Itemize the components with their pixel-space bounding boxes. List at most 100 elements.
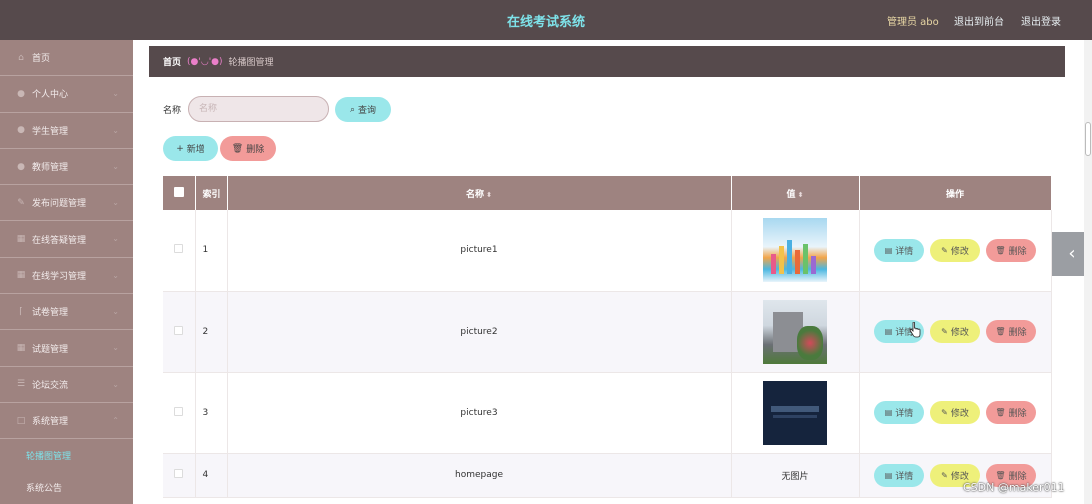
chevron-left-icon: ‹ (1068, 243, 1076, 264)
sidebar-item-learning[interactable]: ▦ 在线学习管理 ⌄ (0, 258, 133, 295)
detail-button[interactable]: ▤ 详情 (874, 401, 924, 424)
hand-cursor-icon (909, 322, 921, 338)
sidebar-subitem-announcements[interactable]: 系统公告 (0, 471, 133, 503)
edit-button[interactable]: ✎ 修改 (930, 401, 980, 424)
select-all-checkbox[interactable] (173, 186, 184, 197)
chevron-down-icon: ⌄ (112, 125, 119, 135)
sidebar-item-label: 试题管理 (32, 344, 69, 355)
select-all-cell (163, 176, 196, 210)
search-label: 名称 (163, 106, 182, 116)
delete-button-label: 删除 (1008, 409, 1027, 419)
edit-button-label: 修改 (950, 471, 969, 482)
detail-button-label: 详情 (895, 409, 914, 419)
row-checkbox[interactable] (174, 469, 184, 478)
doc-icon: ▤ (884, 245, 893, 255)
bracket-icon: ⌈ (19, 306, 23, 317)
sidebar-item-home[interactable]: ⌂ 首页 (0, 40, 133, 77)
watermark: CSDN @maker011 (963, 481, 1065, 494)
sidebar-subitem-carousel[interactable]: 轮播图管理 (0, 439, 133, 471)
detail-button[interactable]: ▤ 详情 (874, 238, 924, 262)
grid-icon: ▦ (16, 234, 26, 245)
sidebar-item-label: 论坛交流 (32, 380, 69, 391)
chevron-down-icon: ⌄ (112, 343, 119, 353)
doc-icon: ▤ (884, 470, 893, 480)
user-icon: ● (17, 161, 25, 172)
trash-icon: 🗑 (231, 143, 244, 154)
row-ops: ▤ 详情 ✎ 修改 🗑 删除 (859, 291, 1052, 373)
delete-button[interactable]: 🗑 删除 (986, 401, 1036, 424)
table-header-row: 索引 名称 ⬍ 值 ⬍ 操作 (163, 176, 1052, 210)
search-icon: ⌕ (349, 104, 356, 115)
row-checkbox-cell (163, 210, 196, 292)
logout-link[interactable]: 退出登录 (1021, 13, 1061, 28)
row-checkbox-cell (163, 372, 196, 454)
page-scrollbar[interactable] (1084, 40, 1092, 504)
row-checkbox-cell (163, 453, 196, 498)
edit-button[interactable]: ✎ 修改 (930, 238, 980, 262)
grid-icon: ▦ (16, 343, 26, 354)
sidebar-item-system[interactable]: □ 系统管理 ⌃ (0, 403, 133, 440)
edit-icon: ✎ (941, 408, 948, 417)
row-index: 1 (195, 210, 228, 292)
chevron-down-icon: ⌄ (112, 307, 119, 317)
carousel-image-thumbnail (763, 218, 827, 283)
page-scrollbar-thumb[interactable] (1085, 122, 1091, 156)
detail-button[interactable]: ▤ 详情 (874, 463, 924, 487)
delete-button[interactable]: 🗑 删除 (986, 320, 1036, 343)
sidebar-item-label: 在线答疑管理 (32, 235, 87, 246)
row-value: 无图片 (731, 453, 860, 498)
row-name: homepage (227, 453, 732, 498)
sidebar-item-teachers[interactable]: ● 教师管理 ⌄ (0, 149, 133, 186)
sidebar-item-forum[interactable]: ☰ 论坛交流 ⌄ (0, 367, 133, 403)
trash-icon: 🗑 (995, 408, 1006, 417)
batch-delete-button[interactable]: 🗑 删除 (220, 136, 276, 161)
row-checkbox[interactable] (174, 244, 184, 254)
edit-button-label: 修改 (950, 246, 969, 257)
query-button[interactable]: ⌕ 查询 (335, 97, 391, 122)
row-name: picture3 (227, 372, 732, 454)
detail-button-label: 详情 (895, 471, 914, 482)
add-button[interactable]: + 新增 (163, 136, 218, 161)
sidebar-item-questions[interactable]: ✎ 发布问题管理 ⌄ (0, 185, 133, 222)
sidebar-item-personal[interactable]: ● 个人中心 ⌄ (0, 76, 133, 113)
plus-icon: + (176, 143, 184, 154)
row-index: 4 (195, 453, 228, 498)
detail-button-label: 详情 (895, 246, 914, 257)
sidebar-item-qa[interactable]: ▦ 在线答疑管理 ⌄ (0, 221, 133, 258)
row-checkbox-cell (163, 291, 196, 373)
column-header-name[interactable]: 名称 ⬍ (227, 176, 732, 210)
edit-icon: ✎ (17, 197, 25, 208)
row-index: 2 (195, 291, 228, 373)
row-checkbox[interactable] (174, 325, 184, 335)
back-to-front-link[interactable]: 退出到前台 (954, 13, 1004, 28)
carousel-image-thumbnail (763, 380, 827, 445)
chevron-down-icon: ⌄ (112, 270, 119, 280)
delete-button[interactable]: 🗑 删除 (986, 238, 1036, 262)
breadcrumb: 首页 (●'◡'●) 轮播图管理 (149, 46, 1065, 77)
user-icon: ● (17, 125, 25, 136)
sidebar-item-exam-questions[interactable]: ▦ 试题管理 ⌄ (0, 330, 133, 367)
row-checkbox[interactable] (174, 406, 184, 416)
trash-icon: 🗑 (995, 327, 1006, 336)
sidebar-item-label: 系统管理 (32, 417, 69, 428)
sidebar-item-label: 教师管理 (32, 163, 69, 174)
row-index: 3 (195, 372, 228, 454)
search-input[interactable] (188, 96, 329, 122)
sidebar-item-label: 个人中心 (32, 90, 69, 101)
breadcrumb-current: 轮播图管理 (228, 58, 274, 68)
edit-button-label: 修改 (950, 409, 969, 419)
edit-button-label: 修改 (950, 328, 969, 338)
edit-button[interactable]: ✎ 修改 (930, 320, 980, 343)
sidebar-item-papers[interactable]: ⌈ 试卷管理 ⌄ (0, 294, 133, 331)
column-header-value[interactable]: 值 ⬍ (731, 176, 860, 210)
column-header-ops: 操作 (859, 176, 1052, 210)
sidebar: ⌂ 首页 ● 个人中心 ⌄ ● 学生管理 ⌄ ● 教师管理 ⌄ ✎ 发布问题管理… (0, 40, 133, 504)
delete-button-label: 删除 (1008, 471, 1027, 482)
breadcrumb-home[interactable]: 首页 (163, 55, 181, 68)
sidebar-item-label: 在线学习管理 (32, 271, 87, 282)
row-ops: ▤ 详情 ✎ 修改 🗑 删除 (859, 210, 1052, 292)
sidebar-item-label: 发布问题管理 (32, 199, 87, 210)
sidebar-item-students[interactable]: ● 学生管理 ⌄ (0, 113, 133, 149)
top-bar: 在线考试系统 管理员 abo 退出到前台 退出登录 (0, 0, 1092, 40)
row-ops: ▤ 详情 ✎ 修改 🗑 删除 (859, 372, 1052, 454)
